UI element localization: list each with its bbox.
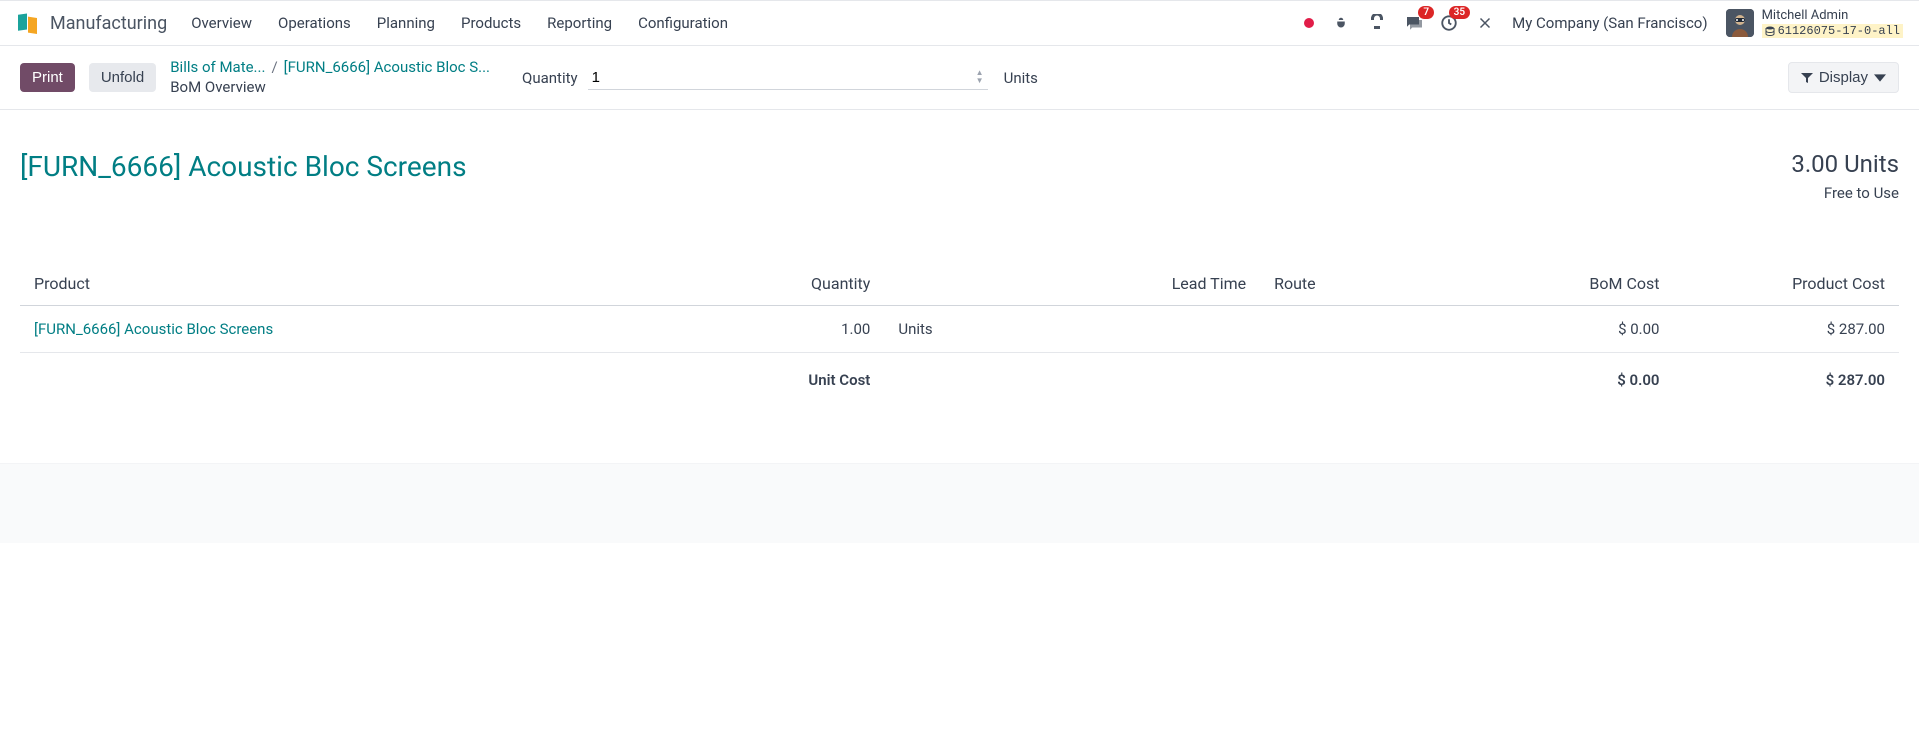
quantity-input[interactable] xyxy=(588,66,976,89)
company-switcher[interactable]: My Company (San Francisco) xyxy=(1512,14,1707,32)
recording-dot-icon[interactable] xyxy=(1304,18,1314,28)
quantity-label: Quantity xyxy=(522,69,578,87)
breadcrumb-current: BoM Overview xyxy=(170,78,490,98)
caret-down-icon xyxy=(1874,72,1886,84)
col-route: Route xyxy=(1260,262,1448,306)
table-row: [FURN_6666] Acoustic Bloc Screens 1.00 U… xyxy=(20,306,1899,353)
nav-reporting[interactable]: Reporting xyxy=(547,14,612,32)
report-body: [FURN_6666] Acoustic Bloc Screens 3.00 U… xyxy=(0,110,1919,423)
nav-configuration[interactable]: Configuration xyxy=(638,14,728,32)
footer-label: Unit Cost xyxy=(734,353,884,404)
cell-lead xyxy=(1072,306,1260,353)
breadcrumb-bills[interactable]: Bills of Mate... xyxy=(170,58,265,78)
phone-icon[interactable] xyxy=(1368,14,1386,32)
breadcrumb: Bills of Mate... / [FURN_6666] Acoustic … xyxy=(170,58,490,97)
chevron-down-icon[interactable]: ▼ xyxy=(976,77,984,85)
activities-badge: 35 xyxy=(1449,6,1470,19)
messages-badge: 7 xyxy=(1418,6,1434,19)
quantity-group: Quantity ▲ ▼ Units xyxy=(522,66,1038,90)
user-db: 61126075-17-0-all xyxy=(1762,24,1903,38)
tools-icon[interactable] xyxy=(1476,14,1494,32)
filter-icon xyxy=(1801,72,1813,84)
breadcrumb-product[interactable]: [FURN_6666] Acoustic Bloc S... xyxy=(284,58,490,78)
cell-route xyxy=(1260,306,1448,353)
report-title: [FURN_6666] Acoustic Bloc Screens xyxy=(20,150,467,183)
cell-bom-cost: $ 0.00 xyxy=(1448,306,1673,353)
user-name: Mitchell Admin xyxy=(1762,8,1903,24)
clock-icon[interactable]: 35 xyxy=(1440,14,1458,32)
footer-bom-cost: $ 0.00 xyxy=(1448,353,1673,404)
display-button[interactable]: Display xyxy=(1788,62,1899,93)
breadcrumb-sep: / xyxy=(271,58,277,78)
col-quantity: Quantity xyxy=(734,262,884,306)
cell-uom: Units xyxy=(884,306,1072,353)
cell-prod-cost: $ 287.00 xyxy=(1673,306,1899,353)
messages-icon[interactable]: 7 xyxy=(1404,14,1422,32)
top-nav: Manufacturing Overview Operations Planni… xyxy=(0,0,1919,46)
nav-planning[interactable]: Planning xyxy=(377,14,435,32)
footer-prod-cost: $ 287.00 xyxy=(1673,353,1899,404)
product-link[interactable]: [FURN_6666] Acoustic Bloc Screens xyxy=(34,320,273,338)
user-menu[interactable]: Mitchell Admin 61126075-17-0-all xyxy=(1726,8,1903,38)
col-uom xyxy=(884,262,1072,306)
avatar xyxy=(1726,9,1754,37)
cell-quantity: 1.00 xyxy=(734,306,884,353)
nav-operations[interactable]: Operations xyxy=(278,14,351,32)
bug-icon[interactable] xyxy=(1332,14,1350,32)
report-subtitle: Free to Use xyxy=(1791,184,1899,202)
nav-overview[interactable]: Overview xyxy=(191,14,252,32)
unfold-button[interactable]: Unfold xyxy=(89,63,156,92)
table-footer: Unit Cost $ 0.00 $ 287.00 xyxy=(20,353,1899,404)
systray: 7 35 My Company (San Francisco) Mitchell… xyxy=(1304,8,1903,38)
nav-products[interactable]: Products xyxy=(461,14,521,32)
col-bom-cost: BoM Cost xyxy=(1448,262,1673,306)
database-icon xyxy=(1765,26,1775,36)
user-text: Mitchell Admin 61126075-17-0-all xyxy=(1762,8,1903,38)
report-header: [FURN_6666] Acoustic Bloc Screens 3.00 U… xyxy=(20,150,1899,202)
report-quantity: 3.00 Units xyxy=(1791,150,1899,178)
quantity-stepper[interactable]: ▲ ▼ xyxy=(976,69,984,85)
footer-space xyxy=(0,463,1919,543)
control-panel: Print Unfold Bills of Mate... / [FURN_66… xyxy=(0,46,1919,110)
col-product: Product xyxy=(20,262,734,306)
bom-table: Product Quantity Lead Time Route BoM Cos… xyxy=(20,262,1899,403)
app-icon[interactable] xyxy=(16,11,40,35)
app-title[interactable]: Manufacturing xyxy=(50,13,167,34)
quantity-unit: Units xyxy=(1004,69,1038,87)
nav-menu: Overview Operations Planning Products Re… xyxy=(191,14,728,32)
col-lead: Lead Time xyxy=(1072,262,1260,306)
print-button[interactable]: Print xyxy=(20,63,75,92)
col-product-cost: Product Cost xyxy=(1673,262,1899,306)
